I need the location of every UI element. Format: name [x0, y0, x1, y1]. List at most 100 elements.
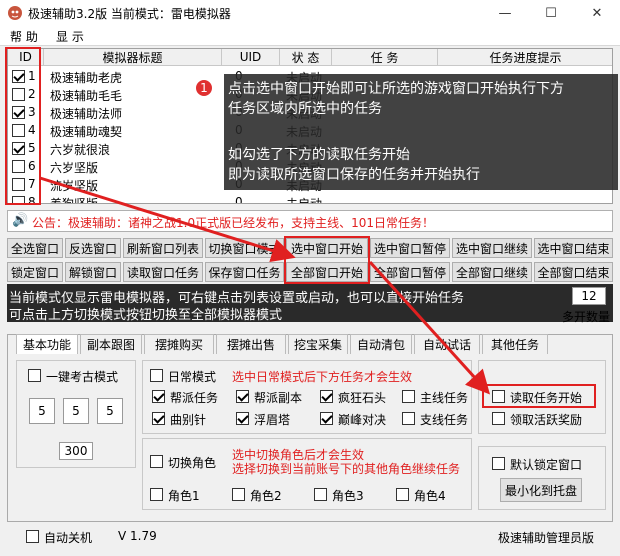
buttons_row2-button-0[interactable]: 锁定窗口 [7, 262, 63, 282]
daily-mode-checkbox[interactable] [150, 369, 163, 382]
read-task-checkbox[interactable] [492, 390, 505, 403]
row-uid: 0 [235, 195, 243, 204]
task-checkbox-4[interactable] [152, 412, 165, 425]
row-title: 养狗坚版 [50, 197, 99, 204]
role-checkbox-1[interactable] [232, 488, 245, 501]
info-line-2: 可点击上方切换模式按钮切换至全部模拟器模式 [9, 308, 283, 323]
notice-text: 公告：极速辅助：诸神之战1.0正式版已经发布，支持主线、101日常任务！ [32, 216, 434, 230]
table-row[interactable]: 8 养狗坚版 0 未启动 [8, 193, 612, 204]
buttons_row1-button-1[interactable]: 反选窗口 [65, 238, 121, 258]
minimize-tray-button[interactable]: 最小化到托盘 [500, 478, 582, 502]
window-title: 极速辅助3.2版 当前模式：雷电模拟器 [28, 7, 231, 21]
tooltip-step-badge: 1 [194, 78, 214, 98]
buttons_row1-button-5[interactable]: 选中窗口暂停 [370, 238, 450, 258]
default-lock-checkbox[interactable] [492, 457, 505, 470]
close-button[interactable]: ✕ [574, 0, 620, 26]
read-task-label: 读取任务开始 [510, 391, 583, 405]
role-label-3: 角色4 [414, 489, 446, 503]
menu-display[interactable]: 显 示 [56, 28, 84, 45]
row-title: 六岁坚版 [50, 161, 99, 175]
buttons_row1-button-2[interactable]: 刷新窗口列表 [123, 238, 203, 258]
buttons_row1-button-7[interactable]: 选中窗口结束 [534, 238, 613, 258]
task-checkbox-2[interactable] [320, 390, 333, 403]
role-label-1: 角色2 [250, 489, 282, 503]
one-click-test-label: 一键考古模式 [46, 370, 119, 384]
role-checkbox-3[interactable] [396, 488, 409, 501]
task-label-5: 浮眉塔 [254, 413, 291, 427]
task-checkbox-3[interactable] [402, 390, 415, 403]
tooltip-panel: 点击选中窗口开始即可让所选的游戏窗口开始执行下方 任务区域内所选中的任务 如勾选… [224, 74, 618, 190]
menu-bar [0, 26, 620, 46]
row-title: 六岁就很浪 [50, 143, 111, 157]
task-checkbox-1[interactable] [236, 390, 249, 403]
row-title: 极速辅助法师 [50, 107, 123, 121]
maximize-button[interactable]: ☐ [528, 0, 574, 26]
tab-5[interactable]: 自动清包 [350, 334, 412, 354]
row-title: 极速辅助毛毛 [50, 89, 123, 103]
claim-activity-checkbox[interactable] [492, 412, 505, 425]
multi-open-count-input[interactable]: 12 [572, 287, 606, 305]
col-header-task[interactable]: 任 务 [332, 49, 438, 66]
auto-shutdown-checkbox[interactable] [26, 530, 39, 543]
task-label-4: 曲别针 [170, 413, 207, 427]
edition-label: 极速辅助管理员版 [498, 531, 595, 545]
buttons_row1-button-0[interactable]: 全选窗口 [7, 238, 63, 258]
buttons_row2-button-1[interactable]: 解锁窗口 [65, 262, 121, 282]
task-checkbox-7[interactable] [402, 412, 415, 425]
role-label-0: 角色1 [168, 489, 200, 503]
buttons_row1-button-3[interactable]: 切换窗口模式 [205, 238, 284, 258]
tab-1[interactable]: 副本跟图 [80, 334, 142, 354]
info-panel: 当前模式仅显示雷电模拟器，可右键点击列表设置或启动，也可以直接开始任务 可点击上… [7, 284, 613, 323]
tab-2[interactable]: 摆摊购买 [144, 334, 214, 354]
value-input-2[interactable]: 5 [63, 398, 89, 424]
col-header-progress[interactable]: 任务进度提示 [438, 49, 612, 66]
start-selected-highlight [284, 236, 370, 284]
role-checkbox-0[interactable] [150, 488, 163, 501]
menu-help[interactable]: 帮 助 [10, 28, 38, 45]
tab-0[interactable]: 基本功能 [16, 334, 78, 354]
tab-3[interactable]: 摆摊出售 [216, 334, 286, 354]
tooltip-line-1: 点击选中窗口开始即可让所选的游戏窗口开始执行下方 [228, 81, 564, 97]
buttons_row2-button-3[interactable]: 保存窗口任务 [205, 262, 284, 282]
tab-6[interactable]: 自动试话 [414, 334, 480, 354]
tooltip-line-4: 即为读取所选窗口保存的任务并开始执行 [228, 167, 480, 183]
buttons_row2-button-6[interactable]: 全部窗口继续 [452, 262, 532, 282]
role-label-2: 角色3 [332, 489, 364, 503]
switch-role-checkbox[interactable] [150, 455, 163, 468]
task-checkbox-5[interactable] [236, 412, 249, 425]
task-checkbox-0[interactable] [152, 390, 165, 403]
task-label-1: 帮派副本 [254, 391, 303, 405]
buttons_row1-button-6[interactable]: 选中窗口继续 [452, 238, 532, 258]
delay-input[interactable]: 300 [59, 442, 93, 460]
daily-mode-label: 日常模式 [168, 370, 217, 384]
claim-activity-label: 领取活跃奖励 [510, 413, 583, 427]
task-label-7: 支线任务 [420, 413, 469, 427]
value-input-3[interactable]: 5 [97, 398, 123, 424]
switch-role-hint-2: 选择切换到当前账号下的其他角色继续任务 [232, 462, 461, 476]
col-header-title[interactable]: 模拟器标题 [44, 49, 222, 66]
auto-shutdown-label: 自动关机 [44, 531, 93, 545]
tooltip-line-3: 如勾选了下方的读取任务开始 [228, 147, 410, 163]
task-checkbox-6[interactable] [320, 412, 333, 425]
buttons_row2-button-7[interactable]: 全部窗口结束 [534, 262, 613, 282]
speaker-icon: 🔊 [12, 213, 29, 228]
task-label-2: 疯狂石头 [338, 391, 387, 405]
col-header-status[interactable]: 状 态 [280, 49, 332, 66]
one-click-test-checkbox[interactable] [28, 369, 41, 382]
row-title: 流岁坚版 [50, 179, 99, 193]
value-input-1[interactable]: 5 [29, 398, 55, 424]
tab-4[interactable]: 挖宝采集 [288, 334, 348, 354]
row-title: 极速辅助老虎 [50, 71, 123, 85]
col-header-uid[interactable]: UID [222, 49, 280, 66]
default-lock-label: 默认锁定窗口 [510, 458, 583, 472]
tooltip-line-2: 任务区域内所选中的任务 [228, 101, 382, 117]
switch-role-label: 切换角色 [168, 456, 217, 470]
app-logo-icon [7, 5, 23, 21]
tab-7[interactable]: 其他任务 [482, 334, 548, 354]
id-column-highlight [5, 47, 41, 205]
minimize-button[interactable]: — [482, 0, 528, 26]
buttons_row2-button-2[interactable]: 读取窗口任务 [123, 262, 203, 282]
task-label-3: 主线任务 [420, 391, 469, 405]
role-checkbox-2[interactable] [314, 488, 327, 501]
buttons_row2-button-5[interactable]: 全部窗口暂停 [370, 262, 450, 282]
